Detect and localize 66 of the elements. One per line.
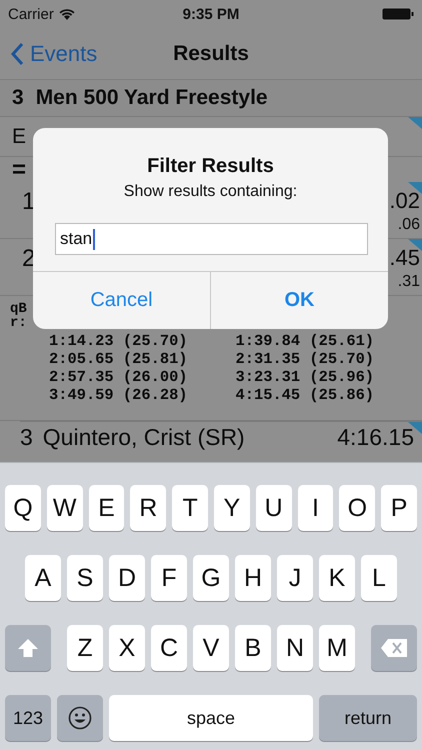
shift-key[interactable] — [5, 625, 51, 671]
return-key[interactable]: return — [319, 695, 417, 741]
dialog-title: Filter Results — [146, 155, 275, 178]
carrier-name: Carrier — [8, 6, 54, 22]
split-time: 2:57.35 (26.00) — [49, 368, 189, 386]
key[interactable]: R — [130, 485, 166, 531]
dialog-message: Show results containing: — [122, 183, 298, 201]
split-time: 1:39.84 (25.61) — [236, 332, 376, 350]
key[interactable]: D — [109, 555, 145, 601]
event-number: 3 — [12, 86, 24, 110]
split-time: 4:15.45 (25.86) — [236, 386, 376, 404]
delete-key[interactable] — [371, 625, 417, 671]
shift-arrow-icon — [17, 638, 39, 658]
athlete-name: Quintero, Crist (SR) — [42, 424, 245, 451]
key[interactable]: X — [109, 625, 145, 671]
split-time: 2:05.65 (25.81) — [49, 350, 189, 368]
key[interactable]: B — [235, 625, 271, 671]
smiley-icon — [68, 706, 92, 730]
key[interactable]: Q — [5, 485, 41, 531]
emoji-key[interactable] — [57, 695, 103, 741]
key[interactable]: E — [88, 485, 124, 531]
result-time: .45 — [389, 245, 420, 271]
battery-icon — [382, 8, 414, 20]
key[interactable]: A — [25, 555, 61, 601]
split-time: .06 — [398, 216, 420, 234]
key[interactable]: M — [319, 625, 355, 671]
code-text: r: — [10, 316, 28, 330]
numbers-key[interactable]: 123 — [5, 695, 51, 741]
key[interactable]: W — [46, 485, 83, 531]
key[interactable]: K — [319, 555, 355, 601]
screen-title: Results — [173, 42, 249, 64]
key[interactable]: S — [67, 555, 103, 601]
separator-text: = — [12, 158, 26, 182]
clock-time: 9:35 PM — [182, 6, 240, 22]
wifi-icon — [58, 8, 75, 20]
split-time: 1:14.23 (25.70) — [49, 332, 189, 350]
result-time: .02 — [389, 188, 420, 214]
event-name: Men 500 Yard Freestyle — [36, 86, 268, 110]
split-time: .31 — [398, 273, 420, 291]
key[interactable]: L — [361, 555, 397, 601]
key[interactable]: V — [193, 625, 229, 671]
space-bar[interactable]: space — [109, 695, 313, 741]
code-text: qB — [10, 302, 28, 316]
key[interactable]: G — [193, 555, 229, 601]
key[interactable]: T — [172, 485, 208, 531]
split-time: 2:31.35 (25.70) — [236, 350, 376, 368]
key[interactable]: P — [381, 485, 417, 531]
key[interactable]: I — [298, 485, 334, 531]
key[interactable]: Z — [67, 625, 103, 671]
row-text: E — [12, 124, 26, 148]
backspace-icon — [380, 638, 408, 658]
place-number: 1 — [22, 188, 36, 217]
split-time: 3:23.31 (25.96) — [236, 368, 376, 386]
split-time: 3:49.59 (26.28) — [49, 386, 189, 404]
key[interactable]: C — [151, 625, 187, 671]
place-number: 3 — [20, 424, 33, 451]
text-field[interactable]: stan — [55, 223, 368, 255]
key[interactable]: N — [277, 625, 313, 671]
key[interactable]: Y — [214, 485, 250, 531]
key[interactable]: U — [256, 485, 292, 531]
key[interactable]: F — [151, 555, 187, 601]
result-time: 4:16.15 — [337, 424, 414, 451]
chevron-left-icon — [10, 42, 24, 66]
key[interactable]: O — [339, 485, 376, 531]
key[interactable]: J — [277, 555, 313, 601]
key[interactable]: H — [235, 555, 271, 601]
